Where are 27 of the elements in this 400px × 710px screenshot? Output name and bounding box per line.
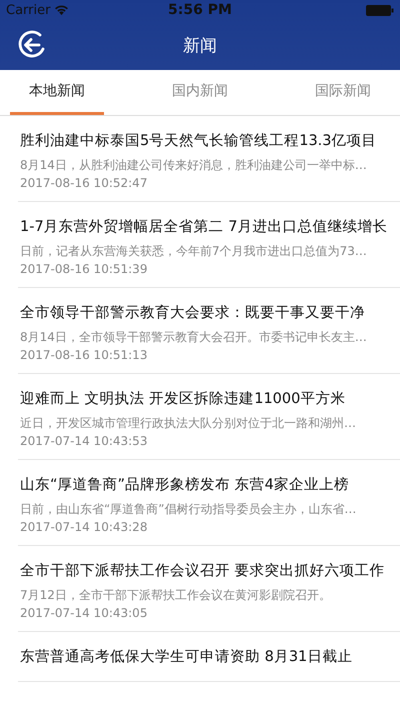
news-headline[interactable]: 迎难而上 文明执法 开发区拆除违建11000平方米 — [20, 390, 392, 408]
news-summary: 日前，由山东省“厚道鲁商”倡树行动指导委员会主办，山东省… — [20, 501, 358, 518]
news-summary: 8月14日，从胜利油建公司传来好消息，胜利油建公司一举中标… — [20, 157, 368, 174]
news-date: 2017-08-16 10:51:13 — [20, 347, 148, 364]
news-summary: 近日，开发区城市管理行政执法大队分别对位于北一路和湖州… — [20, 415, 357, 432]
news-summary: 日前，记者从东营海关获悉，今年前7个月我市进出口总值为73… — [20, 243, 368, 260]
news-summary: 8月14日，全市领导干部警示教育大会召开。市委书记申长友主… — [20, 329, 368, 346]
news-date: 2017-07-14 10:43:05 — [20, 605, 148, 622]
clock-time: 5:56 PM — [168, 2, 232, 18]
news-headline[interactable]: 1-7月东营外贸增幅居全省第二 7月进出口总值继续增长 — [20, 218, 392, 236]
news-summary: 7月12日，全市干部下派帮扶工作会议在黄河影剧院召开。 — [20, 587, 332, 604]
battery-icon — [366, 4, 394, 16]
news-date: 2017-08-16 10:51:39 — [20, 261, 148, 278]
news-date: 2017-07-14 10:43:28 — [20, 519, 148, 536]
news-headline[interactable]: 全市干部下派帮扶工作会议召开 要求突出抓好六项工作 — [20, 562, 392, 580]
news-headline[interactable]: 全市领导干部警示教育大会要求：既要干事又要干净 — [20, 304, 392, 322]
news-tab[interactable]: 国内新闻 — [153, 70, 247, 115]
news-tab[interactable]: 国际新闻 — [296, 70, 390, 115]
news-headline[interactable]: 胜利油建中标泰国5号天然气长输管线工程13.3亿项目 — [20, 132, 392, 150]
wifi-icon — [54, 4, 70, 16]
news-headline[interactable]: 山东“厚道鲁商”品牌形象榜发布 东营4家企业上榜 — [20, 476, 392, 494]
news-tab[interactable]: 本地新闻 — [10, 70, 104, 115]
news-date: 2017-08-16 10:52:47 — [20, 175, 148, 192]
news-headline[interactable]: 东营普通高考低保大学生可申请资助 8月31日截止 — [20, 648, 392, 666]
carrier-label: Carrier — [6, 2, 50, 18]
news-date: 2017-07-14 10:43:53 — [20, 433, 148, 450]
page-title: 新闻 — [183, 34, 217, 56]
